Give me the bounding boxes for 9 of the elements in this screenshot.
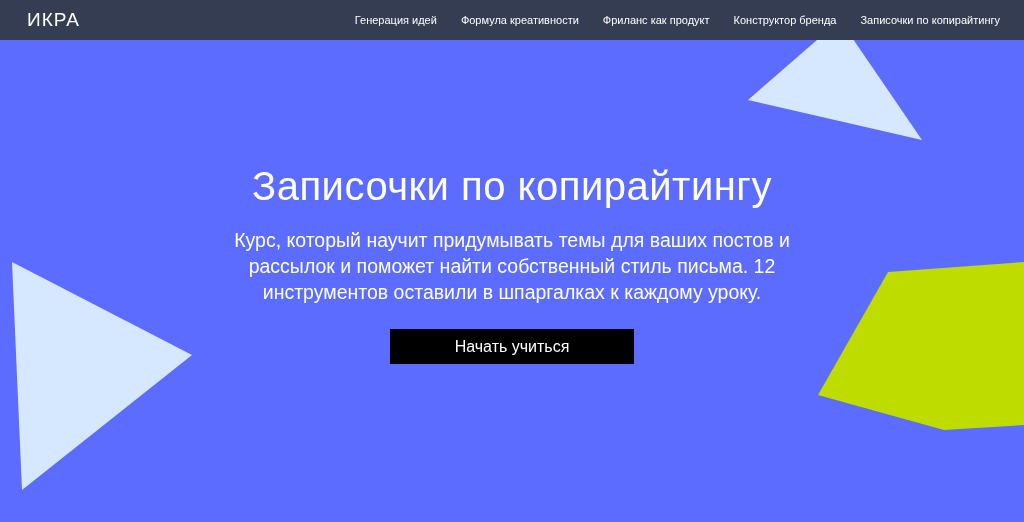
hero-description: Курс, который научит придумывать темы для ваших постов и рассылок и поможет найти собственный стиль письма. 12 инструментов оставили в шпаргалках к каждому уроку. bbox=[233, 228, 791, 305]
logo[interactable]: ИКРА bbox=[27, 9, 80, 31]
hero-title: Записочки по копирайтингу bbox=[252, 164, 772, 209]
nav-link[interactable]: Генерация идей bbox=[354, 14, 437, 26]
nav-link[interactable]: Формула креативности bbox=[460, 14, 579, 26]
nav-link[interactable]: Конструктор бренда bbox=[733, 14, 837, 26]
nav-link[interactable]: Записочки по копирайтингу bbox=[860, 14, 1000, 26]
start-button[interactable]: Начать учиться bbox=[390, 329, 634, 364]
nav-link[interactable]: Фриланс как продукт bbox=[602, 14, 710, 26]
